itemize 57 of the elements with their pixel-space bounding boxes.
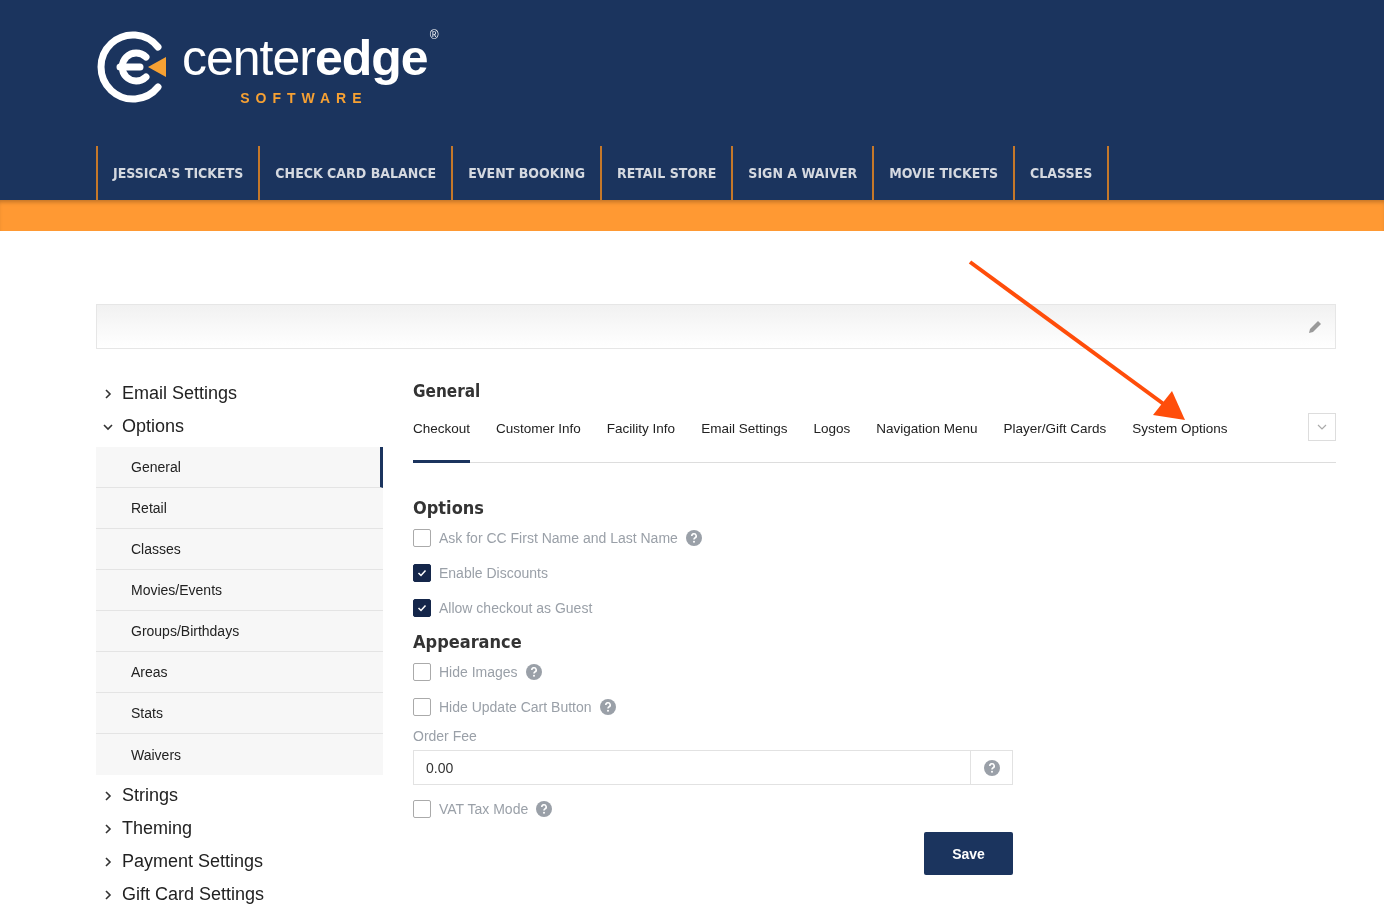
input-field[interactable]: 0.00 [413,750,971,785]
checkbox[interactable] [413,598,431,617]
sidebar-group[interactable]: Strings [96,779,185,812]
checkbox-label: Hide Images [439,663,518,680]
sidebar-item[interactable]: Retail [96,488,383,529]
chevron-icon [102,855,114,868]
tab[interactable]: Email Settings [701,419,788,463]
checkbox-label: Allow checkout as Guest [439,599,593,616]
help-icon[interactable] [599,698,616,715]
sidebar-item[interactable]: Stats [96,693,383,734]
tab[interactable]: Customer Info [496,419,581,463]
save-button[interactable]: Save [924,832,1013,875]
sidebar-item[interactable]: Classes [96,529,383,570]
chevron-icon [102,822,114,835]
sidebar-group[interactable]: Gift Card Settings [96,878,271,911]
checkbox-label: Hide Update Cart Button [439,698,592,715]
field-label: Order Fee [413,728,478,744]
logo-wordmark: centeredge [182,29,428,88]
checkbox-label: Ask for CC First Name and Last Name [439,529,678,546]
sidebar-item[interactable]: General [96,447,383,488]
checkmark-icon [417,602,427,613]
tab[interactable]: Facility Info [606,419,676,463]
sidebar-item[interactable]: Movies/Events [96,570,383,611]
tab[interactable]: Logos [813,419,851,463]
more-tabs-button[interactable] [1308,413,1336,441]
sidebar-item[interactable]: Areas [96,652,383,693]
sidebar-group[interactable]: Theming [96,812,199,845]
checkbox[interactable] [413,662,431,681]
page-title: General [413,381,482,401]
section-heading: Options [413,497,485,518]
registered-mark: ® [429,28,438,43]
chevron-icon [102,789,114,802]
chevron-icon [102,387,114,400]
help-icon[interactable] [525,663,542,680]
tab[interactable]: Navigation Menu [876,419,978,463]
chevron-icon [102,888,114,901]
sidebar-group[interactable]: Payment Settings [96,845,270,878]
help-icon[interactable] [536,800,553,817]
checkmark-icon [417,567,427,578]
checkbox[interactable] [413,563,431,582]
sidebar-item[interactable]: Groups/Birthdays [96,611,383,652]
help-icon[interactable] [685,529,702,546]
section-heading: Appearance [413,631,523,652]
tab[interactable]: Player/Gift Cards [1003,419,1107,463]
tab[interactable]: System Options [1132,419,1228,463]
checkbox[interactable] [413,697,431,716]
checkbox[interactable] [413,528,431,547]
help-icon[interactable] [983,759,1000,776]
tab[interactable]: Checkout [413,419,471,463]
checkbox-label: VAT Tax Mode [439,800,529,817]
pencil-icon[interactable] [1307,318,1323,335]
logo-tagline: SOFTWARE [240,90,368,106]
sidebar-group[interactable]: Options [96,410,191,443]
sidebar-item[interactable]: Waivers [96,734,383,775]
checkbox-label: Enable Discounts [439,564,548,581]
sidebar-group[interactable]: Email Settings [96,377,244,410]
checkbox[interactable] [413,799,431,818]
